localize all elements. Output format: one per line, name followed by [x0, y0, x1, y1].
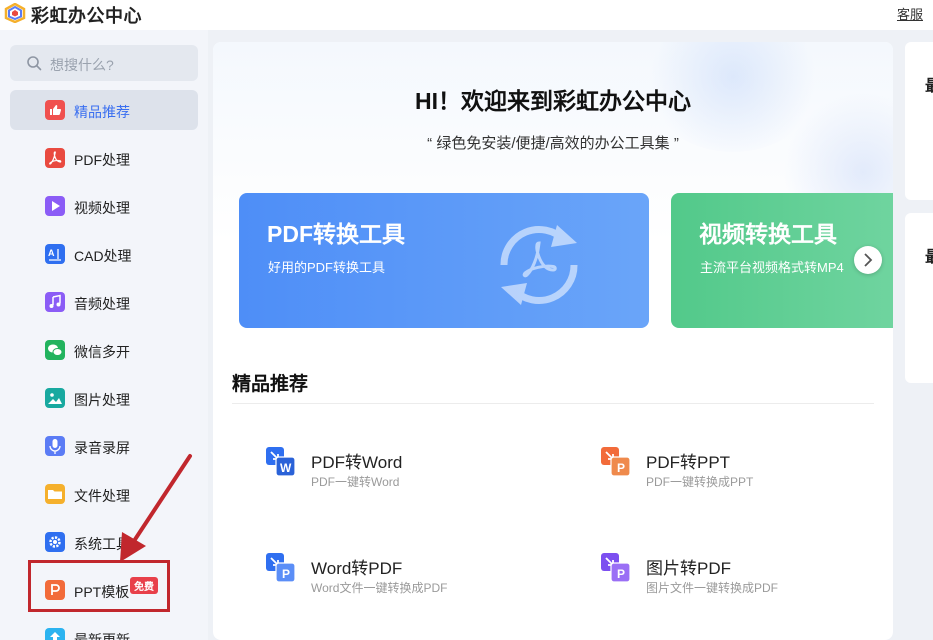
divider	[232, 403, 874, 404]
right-card-title: 最	[925, 243, 933, 267]
pdf-icon	[45, 148, 65, 168]
tool-description: 图片文件一键转换成PDF	[646, 581, 779, 595]
sidebar-item-latest[interactable]: 最新更新	[10, 618, 198, 640]
sidebar-item-image[interactable]: 图片处理	[10, 378, 198, 418]
banner-subtitle: 好用的PDF转换工具	[268, 260, 386, 275]
sidebar-item-label: 最新更新	[74, 632, 130, 640]
thumbs-up-icon	[45, 100, 65, 120]
sidebar-item-label: 精品推荐	[74, 104, 130, 120]
tool-name: PDF转PPT	[646, 453, 731, 472]
sidebar-item-audio[interactable]: 音频处理	[10, 282, 198, 322]
tool-description: PDF一键转换成PPT	[646, 475, 754, 489]
music-note-icon	[45, 292, 65, 312]
tool-name: Word转PDF	[311, 559, 403, 578]
folder-icon	[45, 484, 65, 504]
right-card: 最	[905, 42, 933, 200]
wechat-icon	[45, 340, 65, 360]
tool-name: PDF转Word	[311, 453, 403, 472]
banner-subtitle: 主流平台视频格式转MP4	[700, 260, 844, 275]
annotation-arrow-icon	[120, 454, 192, 562]
banner-title: 视频转换工具	[699, 221, 837, 247]
sidebar-item-featured[interactable]: 精品推荐	[10, 90, 198, 130]
cad-icon: A	[45, 244, 65, 264]
gear-icon	[45, 532, 65, 552]
pdf-refresh-icon	[500, 225, 578, 305]
sidebar-item-label: PDF处理	[74, 152, 130, 168]
banner-title: PDF转换工具	[267, 221, 405, 247]
right-card: 最	[905, 213, 933, 383]
svg-text:P: P	[282, 567, 290, 581]
svg-text:W: W	[280, 461, 292, 475]
pdf-to-ppt-icon: P	[601, 447, 631, 477]
annotation-highlight-box	[28, 560, 170, 612]
title-bar: 彩虹办公中心 客服	[0, 0, 933, 30]
sidebar-item-pdf[interactable]: PDF处理	[10, 138, 198, 178]
sidebar-item-video[interactable]: 视频处理	[10, 186, 198, 226]
svg-text:A: A	[48, 248, 55, 258]
sidebar-item-label: CAD处理	[74, 248, 132, 264]
sidebar-item-label: 微信多开	[74, 344, 130, 360]
tool-image-to-pdf[interactable]: P 图片转PDF 图片文件一键转换成PDF	[600, 552, 860, 602]
tagline: “ 绿色免安装/便捷/高效的办公工具集 ”	[427, 135, 679, 152]
search-input[interactable]: 想搜什么?	[10, 45, 198, 81]
right-card-title: 最	[925, 72, 933, 96]
section-title: 精品推荐	[232, 374, 309, 395]
sidebar-item-cad[interactable]: A CAD处理	[10, 234, 198, 274]
carousel-next-button[interactable]	[854, 246, 882, 274]
image-icon	[45, 388, 65, 408]
pdf-converter-banner[interactable]: PDF转换工具 好用的PDF转换工具	[239, 193, 649, 328]
word-to-pdf-icon: P	[266, 553, 296, 583]
video-play-icon	[45, 196, 65, 216]
main-panel: HI！欢迎来到彩虹办公中心 “ 绿色免安装/便捷/高效的办公工具集 ” PDF转…	[213, 42, 893, 640]
svg-text:P: P	[617, 567, 625, 581]
update-arrow-icon	[45, 628, 65, 640]
microphone-icon	[45, 436, 65, 456]
customer-service-link[interactable]: 客服	[897, 4, 923, 23]
tool-description: PDF一键转Word	[311, 475, 400, 489]
tool-description: Word文件一键转换成PDF	[311, 581, 448, 595]
sidebar-item-label: 音频处理	[74, 296, 130, 312]
welcome-heading: HI！欢迎来到彩虹办公中心	[415, 88, 691, 114]
sidebar-item-label: 图片处理	[74, 392, 130, 408]
rainbow-logo-icon	[4, 3, 26, 23]
sidebar-item-label: 视频处理	[74, 200, 130, 216]
image-to-pdf-icon: P	[601, 553, 631, 583]
tool-name: 图片转PDF	[646, 559, 731, 578]
tool-pdf-to-word[interactable]: W PDF转Word PDF一键转Word	[265, 446, 525, 496]
sidebar-item-wechat[interactable]: 微信多开	[10, 330, 198, 370]
chevron-right-icon	[864, 253, 873, 267]
tool-pdf-to-ppt[interactable]: P PDF转PPT PDF一键转换成PPT	[600, 446, 860, 496]
pdf-to-word-icon: W	[266, 447, 296, 477]
svg-text:P: P	[617, 461, 625, 475]
tool-word-to-pdf[interactable]: P Word转PDF Word文件一键转换成PDF	[265, 552, 525, 602]
app-title: 彩虹办公中心	[31, 6, 142, 26]
search-icon	[27, 56, 42, 71]
search-placeholder: 想搜什么?	[50, 57, 114, 73]
